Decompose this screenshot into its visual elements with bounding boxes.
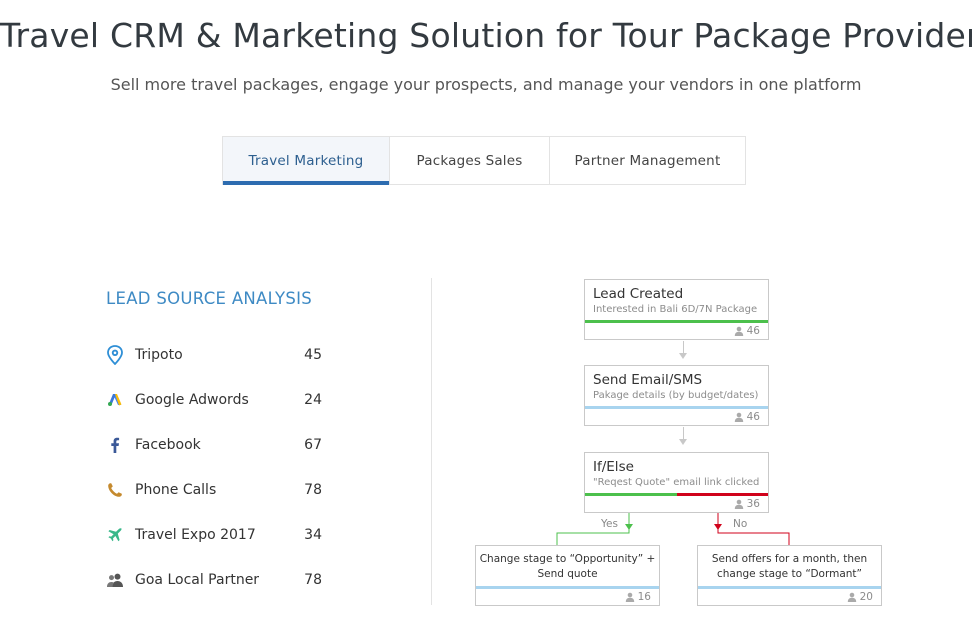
count-value: 16 (637, 591, 651, 603)
no-branch-label: No (733, 518, 748, 530)
workflow-node-no-action[interactable]: Send offers for a month, then change sta… (697, 545, 882, 606)
branch-connectors (556, 513, 790, 545)
user-icon (625, 592, 634, 602)
yes-branch-label: Yes (601, 518, 618, 530)
workflow-node-yes-action[interactable]: Change stage to “Opportunity” + Send quo… (475, 545, 660, 606)
node-description: Send offers for a month, then change sta… (711, 553, 868, 580)
node-count: 16 (625, 591, 651, 603)
user-icon (847, 592, 856, 602)
node-count: 20 (847, 591, 873, 603)
node-description: Change stage to “Opportunity” + Send quo… (479, 553, 656, 580)
count-value: 20 (859, 591, 873, 603)
progress-bar (476, 586, 659, 589)
progress-bar (698, 586, 881, 589)
